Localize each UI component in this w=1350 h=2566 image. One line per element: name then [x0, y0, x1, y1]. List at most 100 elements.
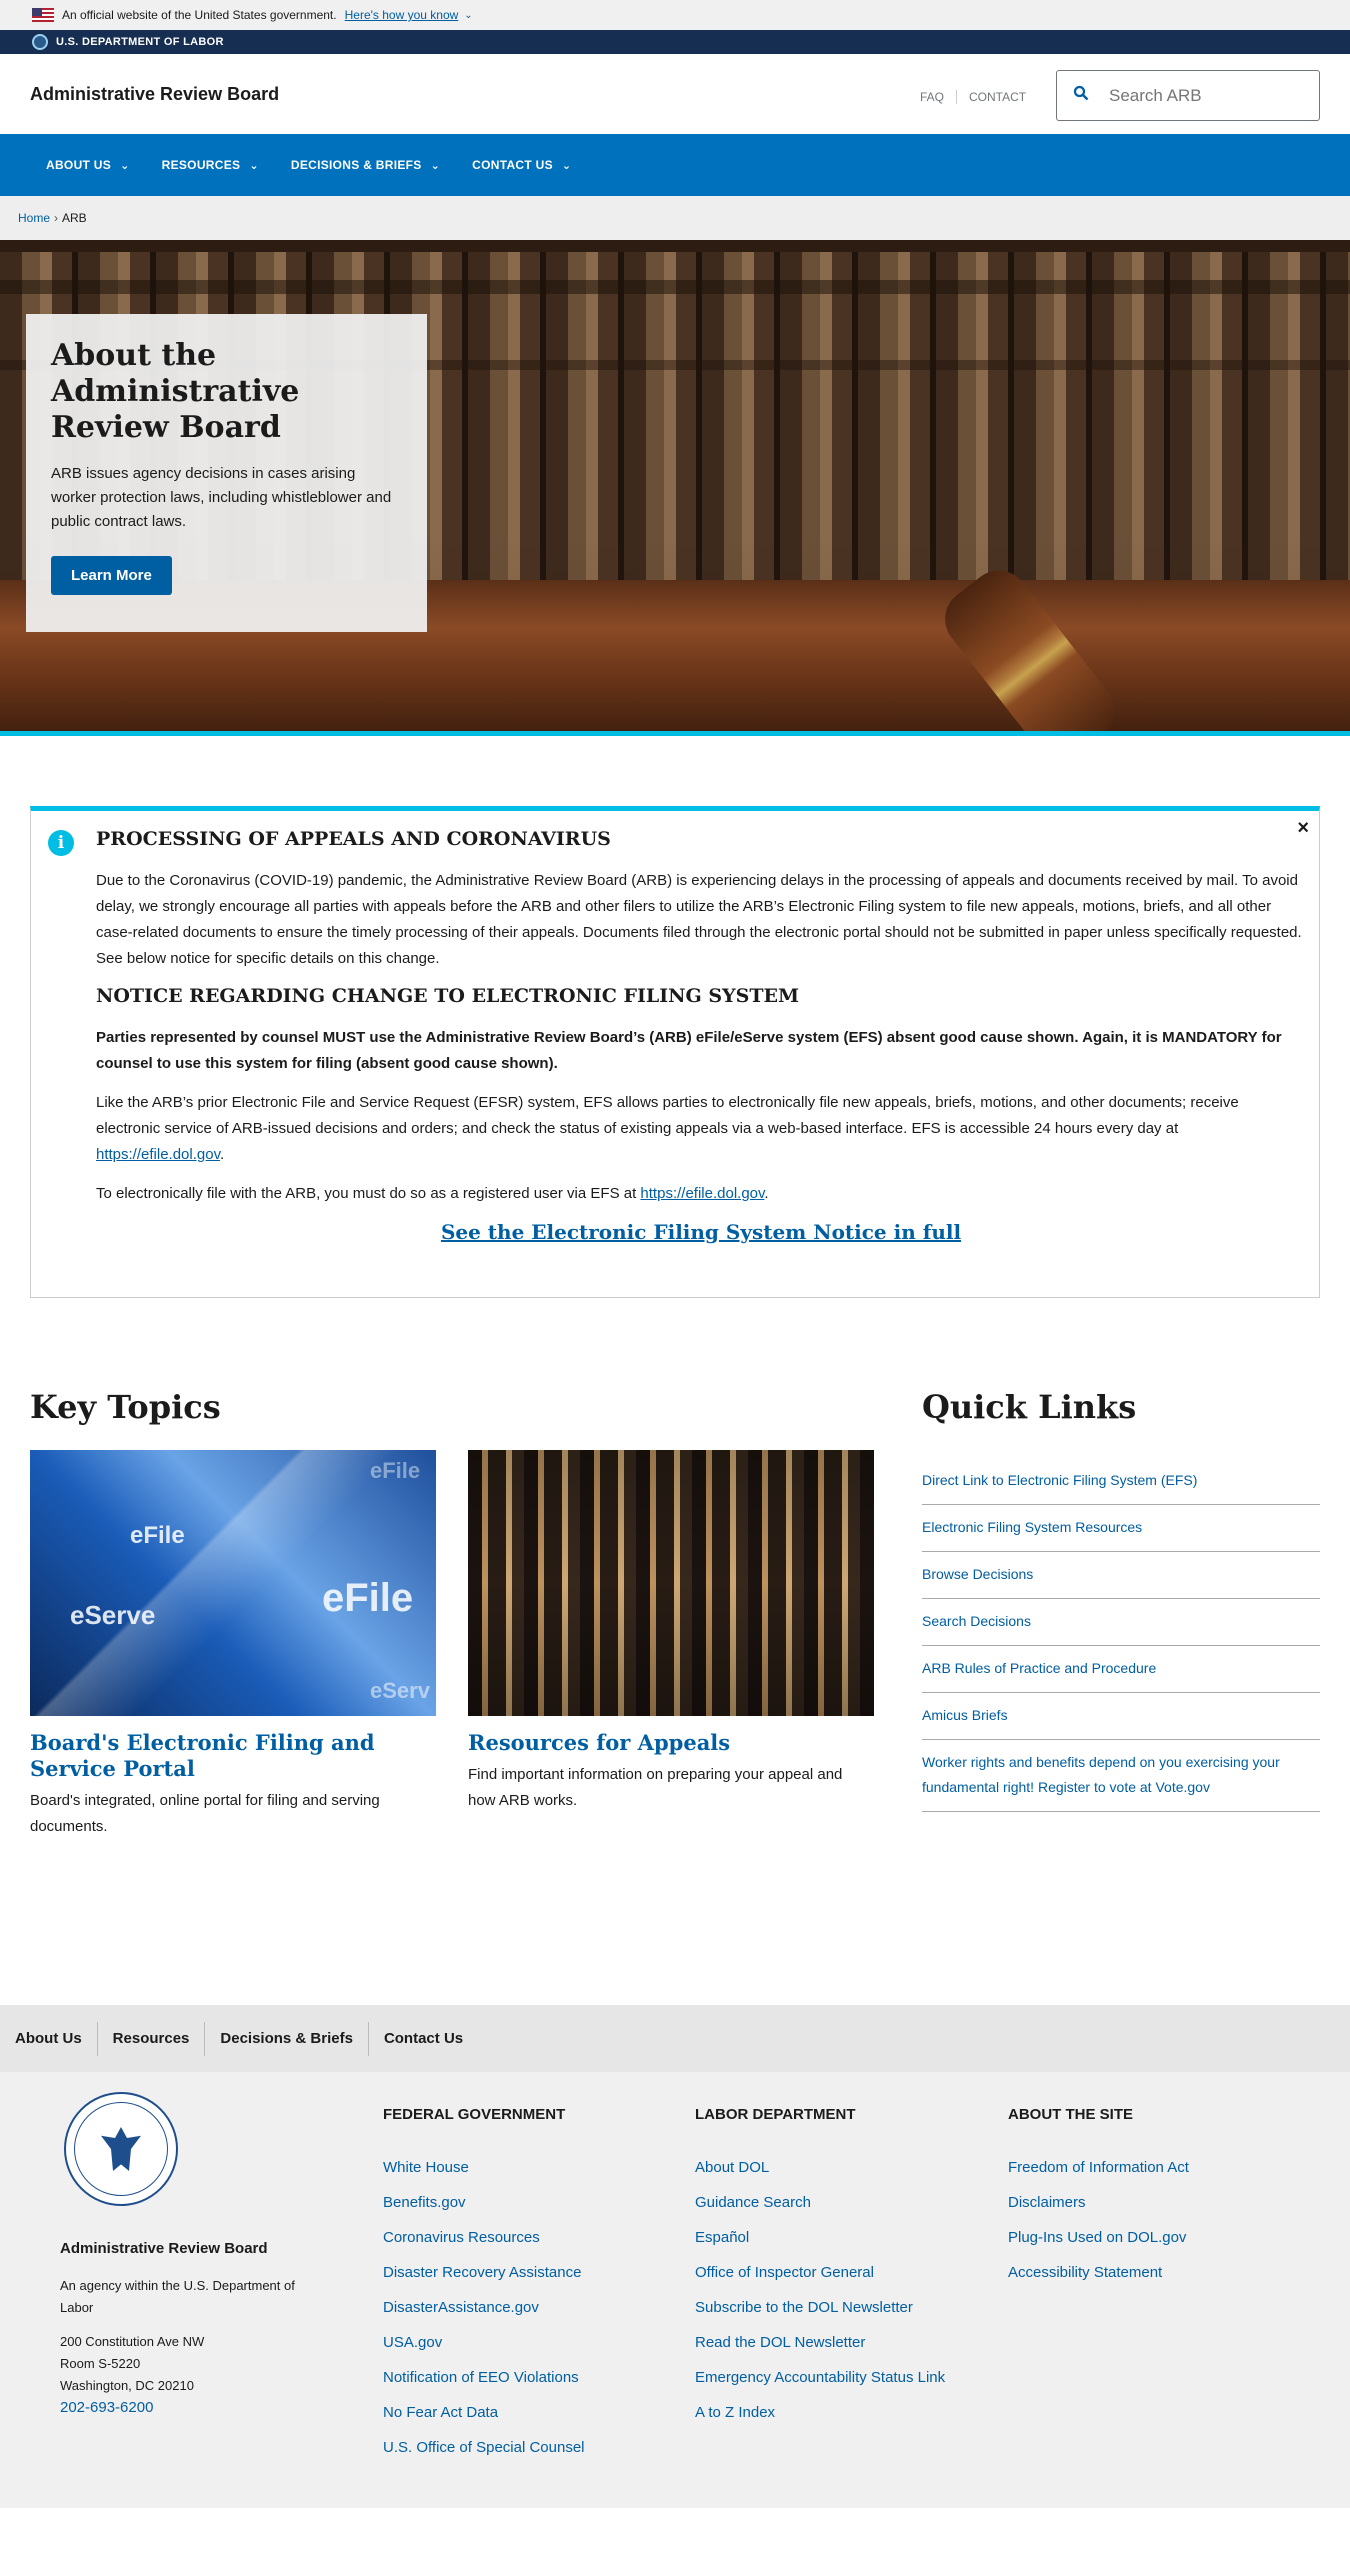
footer-column-labor-department: LABOR DEPARTMENT About DOL Guidance Sear… — [695, 2106, 985, 2430]
footer-link[interactable]: Español — [695, 2220, 985, 2255]
footer-nav-resources[interactable]: Resources — [98, 2021, 206, 2056]
nav-about-us[interactable]: ABOUT US ⌄ — [30, 158, 146, 172]
footer-link[interactable]: Plug-Ins Used on DOL.gov — [1008, 2220, 1298, 2255]
agency-info: Administrative Review Board An agency wi… — [60, 2240, 320, 2419]
nav-decisions-briefs[interactable]: DECISIONS & BRIEFS ⌄ — [275, 158, 456, 172]
chevron-down-icon: ⌄ — [120, 159, 130, 172]
nav-contact-us[interactable]: CONTACT US ⌄ — [456, 158, 587, 172]
topic-card[interactable]: eFile eServe eFile eFile eServ Board's E… — [30, 1450, 436, 1840]
how-you-know-link[interactable]: Here's how you know — [345, 8, 459, 22]
hero-bg-band — [0, 280, 1350, 294]
chevron-down-icon[interactable]: ⌄ — [464, 10, 472, 21]
footer-link[interactable]: U.S. Office of Special Counsel — [383, 2430, 673, 2465]
gov-banner-text: An official website of the United States… — [62, 8, 337, 22]
site-name[interactable]: Administrative Review Board — [30, 84, 279, 105]
footer-link[interactable]: DisasterAssistance.gov — [383, 2290, 673, 2325]
quick-link[interactable]: ARB Rules of Practice and Procedure — [922, 1646, 1320, 1693]
main-nav: ABOUT US ⌄ RESOURCES ⌄ DECISIONS & BRIEFS ⌄… — [0, 134, 1350, 196]
footer-link[interactable]: Office of Inspector General — [695, 2255, 985, 2290]
footer-link[interactable]: Disclaimers — [1008, 2185, 1298, 2220]
key-topics: Key Topics eFile eServe eFile eFile eSer… — [30, 1388, 874, 1835]
dol-bar: U.S. DEPARTMENT OF LABOR — [0, 30, 1350, 54]
breadcrumb: Home › ARB — [0, 196, 1350, 240]
dol-seal-logo[interactable] — [64, 2092, 178, 2206]
quick-link[interactable]: Worker rights and benefits depend on you… — [922, 1740, 1320, 1812]
nav-label: ABOUT US — [46, 158, 112, 172]
footer-nav-decisions-briefs[interactable]: Decisions & Briefs — [205, 2021, 369, 2056]
efile-link[interactable]: https://efile.dol.gov — [96, 1146, 220, 1163]
search-icon[interactable] — [1073, 85, 1089, 106]
chevron-down-icon: ⌄ — [561, 159, 572, 172]
footer-link[interactable]: About DOL — [695, 2150, 985, 2185]
learn-more-button[interactable]: Learn More — [51, 556, 172, 595]
efile-link[interactable]: https://efile.dol.gov — [640, 1185, 764, 1202]
hero-card: About the Administrative Review Board AR… — [26, 314, 427, 632]
dol-seal-icon — [32, 34, 48, 50]
breadcrumb-home[interactable]: Home — [18, 211, 50, 225]
alert-paragraph: Like the ARB’s prior Electronic File and… — [96, 1094, 1239, 1163]
phone-link[interactable]: 202-693-6200 — [60, 2399, 153, 2416]
footer-column-title: FEDERAL GOVERNMENT — [383, 2106, 566, 2123]
efile-image[interactable]: eFile eServe eFile eFile eServ — [30, 1450, 436, 1716]
footer-link[interactable]: Accessibility Statement — [1008, 2255, 1298, 2290]
faq-link[interactable]: FAQ — [920, 90, 958, 104]
eagle-icon — [101, 2127, 141, 2171]
footer-link[interactable]: Benefits.gov — [383, 2185, 673, 2220]
image-label: eServ — [370, 1678, 430, 1703]
footer-link[interactable]: No Fear Act Data — [383, 2395, 673, 2430]
topic-title[interactable]: Resources for Appeals — [468, 1730, 874, 1756]
quick-link[interactable]: Electronic Filing System Resources — [922, 1505, 1320, 1552]
quick-link[interactable]: Direct Link to Electronic Filing System … — [922, 1458, 1320, 1505]
footer-link[interactable]: Freedom of Information Act — [1008, 2150, 1298, 2185]
footer-link[interactable]: Emergency Accountability Status Link — [695, 2360, 985, 2395]
quick-links: Quick Links Direct Link to Electronic Fi… — [922, 1388, 1320, 1812]
topic-description: Find important information on preparing … — [468, 1766, 843, 1809]
search-input[interactable] — [1109, 85, 1309, 106]
contact-link[interactable]: CONTACT — [957, 90, 1038, 104]
footer-link[interactable]: Guidance Search — [695, 2185, 985, 2220]
quick-link[interactable]: Browse Decisions — [922, 1552, 1320, 1599]
quick-link[interactable]: Search Decisions — [922, 1599, 1320, 1646]
footer-link[interactable]: White House — [383, 2150, 673, 2185]
topic-title[interactable]: Board's Electronic Filing and Service Po… — [30, 1730, 436, 1782]
breadcrumb-current: ARB — [62, 211, 87, 225]
chevron-down-icon: ⌄ — [430, 159, 441, 172]
books-image[interactable] — [468, 1450, 874, 1716]
dol-bar-label[interactable]: U.S. DEPARTMENT OF LABOR — [56, 36, 224, 48]
quick-links-list: Direct Link to Electronic Filing System … — [922, 1458, 1320, 1812]
quick-links-title: Quick Links — [922, 1388, 1137, 1426]
image-label: eFile — [322, 1576, 414, 1620]
footer-link[interactable]: Disaster Recovery Assistance — [383, 2255, 673, 2290]
address-line: 200 Constitution Ave NW — [60, 2334, 205, 2349]
agency-address: 200 Constitution Ave NW Room S-5220 Wash… — [60, 2331, 320, 2419]
footer-link[interactable]: Subscribe to the DOL Newsletter — [695, 2290, 985, 2325]
address-line: Washington, DC 20210 — [60, 2378, 194, 2393]
footer-link[interactable]: Notification of EEO Violations — [383, 2360, 673, 2395]
image-label: eFile — [370, 1458, 421, 1483]
footer-link[interactable]: USA.gov — [383, 2325, 673, 2360]
footer-nav-about-us[interactable]: About Us — [0, 2021, 98, 2056]
alert-heading: PROCESSING OF APPEALS AND CORONAVIRUS — [96, 828, 611, 850]
footer-link[interactable]: Coronavirus Resources — [383, 2220, 673, 2255]
footer-link[interactable]: A to Z Index — [695, 2395, 985, 2430]
search-box[interactable] — [1056, 70, 1320, 121]
alert-text: Like the ARB’s prior Electronic File and… — [96, 1094, 1239, 1137]
footer-nav-contact-us[interactable]: Contact Us — [369, 2022, 478, 2056]
topic-description: Board's integrated, online portal for fi… — [30, 1792, 380, 1835]
agency-description: An agency within the U.S. Department of … — [60, 2278, 295, 2315]
address-line: Room S-5220 — [60, 2356, 141, 2371]
efs-notice-link[interactable]: See the Electronic Filing System Notice … — [96, 1220, 1306, 1244]
alert-paragraph: To electronically file with the ARB, you… — [96, 1185, 769, 1202]
nav-resources[interactable]: RESOURCES ⌄ — [146, 158, 275, 172]
footer: Administrative Review Board An agency wi… — [0, 2072, 1350, 2508]
footer-link[interactable]: Read the DOL Newsletter — [695, 2325, 985, 2360]
alert-box: i × PROCESSING OF APPEALS AND CORONAVIRU… — [30, 806, 1320, 1298]
nav-label: DECISIONS & BRIEFS — [290, 158, 422, 172]
alert-paragraph: Due to the Coronavirus (COVID-19) pandem… — [96, 872, 1302, 967]
quick-link[interactable]: Amicus Briefs — [922, 1693, 1320, 1740]
nav-label: RESOURCES — [161, 158, 241, 172]
agency-name: Administrative Review Board — [60, 2240, 268, 2257]
site-header: Administrative Review Board FAQ CONTACT — [0, 54, 1350, 134]
topic-card[interactable]: Resources for Appeals Find important inf… — [468, 1450, 874, 1814]
hero-title: About the Administrative Review Board — [51, 338, 300, 445]
